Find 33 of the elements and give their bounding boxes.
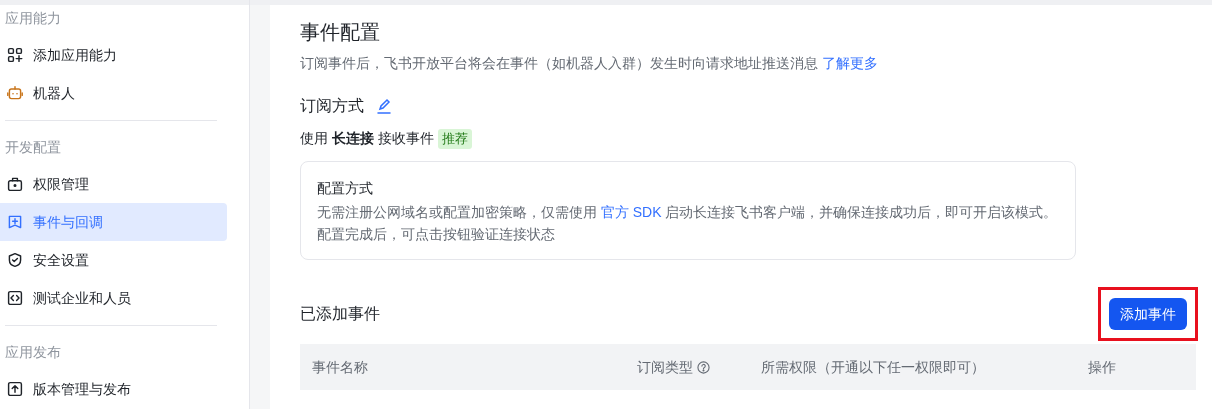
sidebar-item[interactable]: 机器人 xyxy=(0,74,227,112)
column-header: 订阅类型 xyxy=(637,357,693,377)
sidebar-item[interactable]: 权限管理 xyxy=(0,165,227,203)
shield-check-icon xyxy=(7,252,23,268)
sidebar-item[interactable]: 事件与回调 xyxy=(0,203,227,241)
page-title: 事件配置 xyxy=(300,20,381,45)
upload-icon xyxy=(7,381,23,397)
recommended-badge: 推荐 xyxy=(437,128,472,149)
card-text: 无需注册公网域名或配置加密策略，仅需使用 官方 SDK 启动长连接飞书客户端，并确保连接成功后，即可开启该模式。配置完成后，可点击按钮验证连接状态 xyxy=(317,203,1059,244)
grid-plus-icon xyxy=(7,47,23,63)
card-title: 配置方式 xyxy=(317,179,374,198)
add-event-button[interactable]: 添加事件 xyxy=(1109,298,1187,330)
sidebar-item[interactable]: 版本管理与发布 xyxy=(0,370,227,408)
robot-icon xyxy=(7,85,23,101)
learn-more-link[interactable]: 了解更多 xyxy=(821,55,878,71)
sidebar-item[interactable]: 添加应用能力 xyxy=(0,36,227,74)
sidebar-item[interactable]: 测试企业和人员 xyxy=(0,279,227,317)
column-header: 操作 xyxy=(1088,357,1116,377)
column-header: 所需权限（开通以下任一权限即可） xyxy=(761,357,985,377)
section-header: 开发配置 xyxy=(4,137,62,157)
page-description: 订阅事件后，飞书开放平台将会在事件（如机器人入群）发生时向请求地址推送消息 了解更多 xyxy=(300,54,879,73)
section-heading: 已添加事件 xyxy=(300,304,380,324)
section-header: 应用发布 xyxy=(4,342,62,362)
subscription-mode-text: 使用 长连接 接收事件 xyxy=(300,129,434,148)
code-icon xyxy=(7,290,23,306)
column-header: 事件名称 xyxy=(312,357,368,377)
plus-flag-icon xyxy=(7,214,23,230)
sdk-link[interactable]: 官方 SDK xyxy=(600,204,662,220)
section-header: 应用能力 xyxy=(4,8,62,28)
sidebar-item[interactable]: 安全设置 xyxy=(0,241,227,279)
help-icon[interactable] xyxy=(697,360,710,374)
section-heading: 订阅方式 xyxy=(300,96,364,116)
edit-icon[interactable] xyxy=(376,98,392,114)
